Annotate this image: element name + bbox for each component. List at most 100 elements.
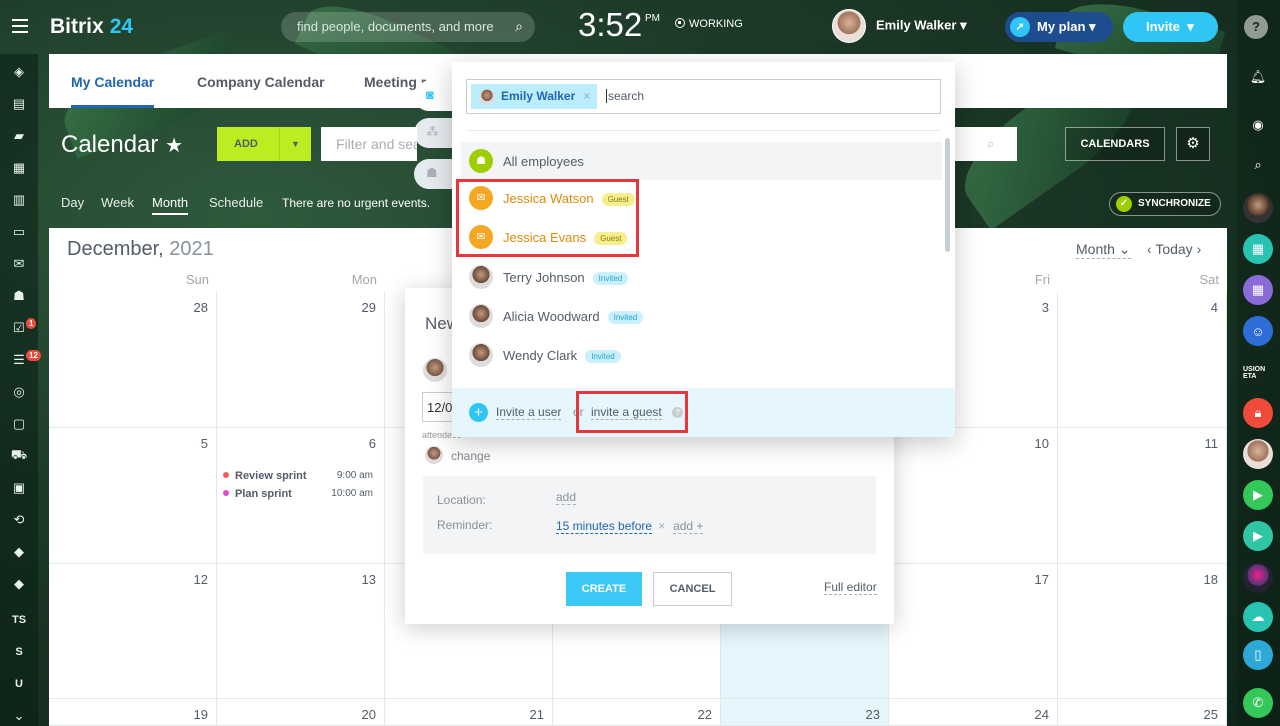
filter-input-end[interactable]: ⌕ [954, 127, 1017, 161]
star-icon[interactable]: ★ [165, 135, 183, 157]
change-attendees-link[interactable]: change [425, 446, 490, 464]
target-icon[interactable]: ◎ [11, 384, 27, 400]
work-status[interactable]: WORKING [675, 18, 743, 30]
users-tab-icon[interactable]: ☗ [414, 159, 452, 189]
drive-icon[interactable]: ▭ [11, 224, 27, 240]
day-cell[interactable]: 18 [1058, 564, 1227, 699]
day-cell[interactable]: 23 [721, 699, 889, 726]
search-tab-icon[interactable]: ◙ [414, 81, 452, 111]
activity-icon[interactable]: ◈ [11, 64, 27, 80]
calendar-event[interactable]: Review sprint 9:00 am [223, 470, 381, 482]
docs-icon[interactable]: ▥ [11, 192, 27, 208]
box-icon[interactable]: ◆ [11, 576, 27, 592]
app-label[interactable]: USION ETA [1243, 358, 1273, 388]
invite-user-link[interactable]: Invite a user [496, 405, 562, 420]
menu-icon[interactable] [12, 19, 28, 33]
news-icon[interactable]: ▤ [11, 96, 27, 112]
reminder-value[interactable]: 15 minutes before [556, 519, 653, 534]
user-menu[interactable]: Emily Walker ▾ [832, 9, 967, 43]
scrollbar[interactable] [945, 138, 950, 252]
day-cell[interactable]: 11 [1058, 428, 1227, 564]
shop-icon[interactable]: ⛟ [11, 447, 27, 464]
calendar-event[interactable]: Plan sprint 10:00 am [223, 488, 381, 500]
cancel-button[interactable]: CANCEL [653, 572, 732, 606]
mail-icon[interactable]: ✉ [11, 256, 27, 272]
selected-user-tag[interactable]: Emily Walker × [471, 84, 597, 109]
day-cell[interactable]: 6 Review sprint 9:00 am Plan sprint 10:00 am [217, 428, 385, 564]
day-cell[interactable]: 5 [49, 428, 217, 564]
avatar[interactable] [1243, 193, 1273, 223]
add-button[interactable]: ADD ▼ [217, 127, 311, 161]
view-day[interactable]: Day [61, 195, 84, 210]
selector-item[interactable]: Terry Johnson Invited [461, 258, 942, 296]
my-plan-button[interactable]: ➚ My plan ▾ [1005, 12, 1113, 42]
day-cell[interactable]: 21 [385, 699, 553, 726]
sites-icon[interactable]: ▢ [11, 416, 27, 432]
messages-icon[interactable]: ◉ [1243, 110, 1273, 140]
day-cell[interactable]: 20 [217, 699, 385, 726]
box-icon[interactable]: ◆ [11, 544, 27, 560]
plus-icon[interactable]: + [469, 403, 488, 422]
day-cell[interactable]: 13 [217, 564, 385, 699]
day-cell[interactable]: 19 [49, 699, 217, 726]
calendar-app-icon[interactable]: ▦ [1243, 275, 1273, 305]
month-selector[interactable]: Month ⌄ [1076, 241, 1131, 259]
selector-search-input[interactable]: Emily Walker × search [466, 79, 941, 114]
reminder-add-link[interactable]: add + [673, 519, 704, 534]
bell-icon[interactable]: 🔔︎ [1243, 62, 1273, 92]
contacts-icon[interactable]: ▣ [11, 480, 27, 496]
view-week[interactable]: Week [101, 195, 134, 210]
day-cell[interactable]: 24 [889, 699, 1058, 726]
day-cell[interactable]: 28 [49, 292, 217, 428]
day-cell[interactable]: 17 [889, 564, 1058, 699]
invite-button[interactable]: Invite ▾ [1123, 12, 1218, 42]
day-cell[interactable]: 22 [553, 699, 721, 726]
selector-item[interactable]: Alicia Woodward Invited [461, 297, 942, 335]
groups-tab-icon[interactable]: ⁂ [414, 118, 452, 148]
remove-icon[interactable]: × [658, 519, 665, 533]
calendar-app-icon[interactable]: ▦ [1243, 234, 1273, 264]
view-schedule[interactable]: Schedule [209, 195, 263, 210]
day-cell[interactable]: 12 [49, 564, 217, 699]
tab-my-calendar[interactable]: My Calendar [71, 74, 155, 108]
chat-icon[interactable]: ▰ [11, 128, 27, 144]
day-cell[interactable]: 4 [1058, 292, 1227, 428]
synchronize-button[interactable]: ✓ SYNCHRONIZE [1109, 192, 1221, 216]
video-call-icon[interactable]: ▶ [1243, 521, 1273, 551]
view-month[interactable]: Month [152, 195, 189, 215]
team-chat-icon[interactable]: ☺ [1243, 316, 1273, 346]
clock[interactable]: 3:52 PM [578, 6, 660, 44]
app-logo[interactable]: Bitrix 24 [50, 15, 133, 39]
feed-icon[interactable]: ☰ [11, 352, 27, 368]
lock-icon[interactable]: 🔒︎ [1243, 398, 1273, 428]
day-cell[interactable]: 29 [217, 292, 385, 428]
location-add-link[interactable]: add [556, 490, 577, 505]
cloud-icon[interactable]: ☁ [1243, 602, 1273, 632]
selector-item[interactable]: Wendy Clark Invited [461, 336, 942, 374]
filter-input[interactable]: Filter and sea [321, 127, 417, 161]
avatar[interactable] [1243, 439, 1273, 469]
remove-icon[interactable]: × [583, 89, 590, 103]
groups-icon[interactable]: ☗ [11, 288, 27, 304]
gear-icon[interactable]: ⚙ [1176, 127, 1210, 161]
day-cell[interactable]: 10 [889, 428, 1058, 564]
tasks-icon[interactable]: ☑ [11, 320, 27, 336]
tab-company-calendar[interactable]: Company Calendar [197, 74, 325, 90]
tablet-icon[interactable]: ▯ [1243, 640, 1273, 670]
sidebar-item-s[interactable]: S [11, 644, 27, 660]
phone-icon[interactable]: ✆ [1243, 688, 1273, 718]
calendar-icon[interactable]: ▦ [11, 160, 27, 176]
video-call-icon[interactable]: ▶ [1243, 480, 1273, 510]
create-button[interactable]: CREATE [566, 572, 642, 606]
today-nav[interactable]: ‹ Today › [1147, 241, 1201, 257]
calendars-button[interactable]: CALENDARS [1065, 127, 1165, 161]
full-editor-link[interactable]: Full editor [824, 580, 877, 595]
search-icon[interactable]: ⌕ [1243, 150, 1273, 180]
avatar[interactable] [1243, 563, 1273, 593]
sidebar-item-u[interactable]: U [11, 676, 27, 692]
selector-item[interactable]: ☗ All employees [461, 142, 942, 180]
sidebar-item-ts[interactable]: TS [11, 612, 27, 628]
day-cell[interactable]: 25 [1058, 699, 1227, 726]
chevron-down-icon[interactable]: ⌄ [11, 708, 27, 724]
sync-icon[interactable]: ⟲ [11, 512, 27, 528]
